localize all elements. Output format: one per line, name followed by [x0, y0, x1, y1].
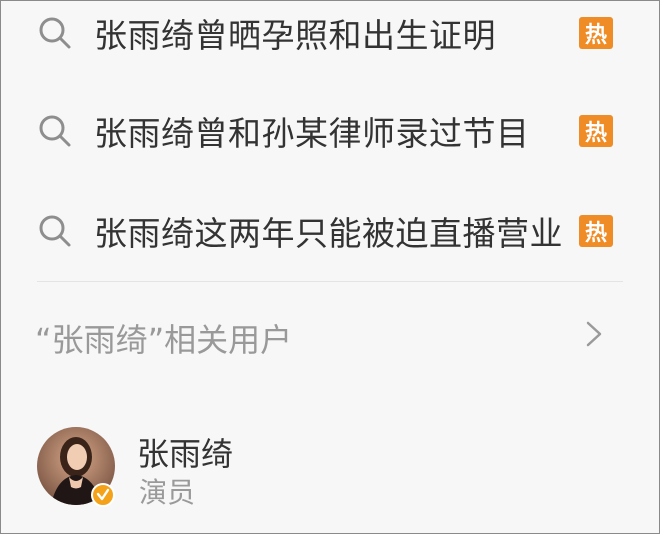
search-suggestions-panel: 张雨绮曾晒孕照和出生证明 热 张雨绮曾和孙某律师录过节目 热 张雨绮这两年只能被…: [0, 0, 660, 534]
suggestion-text: 张雨绮这两年只能被迫直播营业: [94, 214, 563, 253]
suggestion-item[interactable]: 张雨绮这两年只能被迫直播营业 热: [1, 183, 641, 279]
suggestion-item[interactable]: 张雨绮曾晒孕照和出生证明 热: [1, 1, 641, 81]
user-item[interactable]: 张雨绮 演员: [1, 411, 641, 521]
related-users-link[interactable]: “张雨绮”相关用户: [1, 301, 641, 373]
suggestion-text: 张雨绮曾晒孕照和出生证明: [94, 16, 496, 55]
search-icon: [39, 17, 71, 49]
section-divider: [37, 281, 623, 282]
verified-badge-icon: [91, 483, 115, 507]
suggestion-item[interactable]: 张雨绮曾和孙某律师录过节目 热: [1, 83, 641, 179]
user-name: 张雨绮: [137, 435, 234, 473]
hot-badge: 热: [579, 115, 613, 147]
suggestion-text: 张雨绮曾和孙某律师录过节目: [94, 114, 530, 153]
chevron-right-icon: [586, 321, 602, 347]
related-users-title: “张雨绮”相关用户: [35, 321, 293, 359]
hot-badge: 热: [579, 215, 613, 247]
search-icon: [39, 115, 71, 147]
user-description: 演员: [139, 476, 196, 509]
search-icon: [39, 215, 71, 247]
hot-badge: 热: [579, 17, 613, 49]
